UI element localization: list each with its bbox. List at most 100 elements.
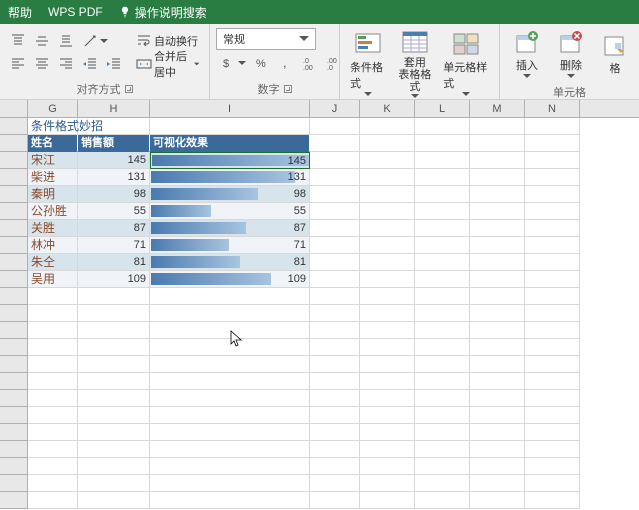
cell[interactable]: [525, 492, 580, 509]
cell[interactable]: 秦明: [28, 186, 78, 203]
cell[interactable]: [525, 254, 580, 271]
col-header[interactable]: L: [415, 100, 470, 117]
conditional-format-button[interactable]: 条件格式: [346, 30, 391, 98]
row-header[interactable]: [0, 288, 28, 305]
cell[interactable]: [360, 152, 415, 169]
row-header[interactable]: [0, 492, 28, 509]
cell[interactable]: [415, 356, 470, 373]
cell[interactable]: 145: [78, 152, 150, 169]
cell[interactable]: [470, 322, 525, 339]
cell[interactable]: [360, 254, 415, 271]
cell[interactable]: [470, 305, 525, 322]
row-header[interactable]: [0, 458, 28, 475]
cell[interactable]: [525, 339, 580, 356]
cell[interactable]: 109: [78, 271, 150, 288]
col-header[interactable]: J: [310, 100, 360, 117]
cell[interactable]: [360, 203, 415, 220]
cell[interactable]: [150, 305, 310, 322]
cell[interactable]: [360, 169, 415, 186]
cell[interactable]: [525, 458, 580, 475]
cell[interactable]: 55: [150, 203, 310, 220]
wps-pdf-menu[interactable]: WPS PDF: [48, 5, 103, 19]
cell[interactable]: [28, 492, 78, 509]
cell[interactable]: [360, 288, 415, 305]
cell[interactable]: [415, 288, 470, 305]
cell[interactable]: [415, 220, 470, 237]
cell[interactable]: [310, 203, 360, 220]
cell[interactable]: [310, 492, 360, 509]
cell[interactable]: 87: [150, 220, 310, 237]
cell[interactable]: [150, 322, 310, 339]
cell[interactable]: [525, 356, 580, 373]
cell[interactable]: 条件格式妙招: [28, 118, 78, 135]
cell[interactable]: [470, 407, 525, 424]
col-header[interactable]: K: [360, 100, 415, 117]
cell[interactable]: [310, 322, 360, 339]
cell[interactable]: [78, 339, 150, 356]
cell[interactable]: [310, 135, 360, 152]
cell[interactable]: [470, 169, 525, 186]
cell[interactable]: [525, 441, 580, 458]
cell[interactable]: 宋江: [28, 152, 78, 169]
cell[interactable]: [525, 118, 580, 135]
delete-button[interactable]: 删除: [550, 28, 592, 80]
align-right-button[interactable]: [54, 53, 78, 75]
insert-button[interactable]: 插入: [506, 28, 548, 80]
row-header[interactable]: [0, 118, 28, 135]
cell[interactable]: [525, 220, 580, 237]
cell[interactable]: [28, 288, 78, 305]
cell[interactable]: [360, 237, 415, 254]
increase-decimal-button[interactable]: .0.00: [298, 52, 322, 74]
cell[interactable]: [525, 169, 580, 186]
cell[interactable]: [470, 475, 525, 492]
row-header[interactable]: [0, 237, 28, 254]
cell[interactable]: [78, 288, 150, 305]
cell[interactable]: [78, 407, 150, 424]
cell[interactable]: [150, 356, 310, 373]
cell[interactable]: [415, 458, 470, 475]
cell[interactable]: [470, 356, 525, 373]
cell[interactable]: [150, 458, 310, 475]
cell[interactable]: [150, 390, 310, 407]
cell[interactable]: 柴进: [28, 169, 78, 186]
cell[interactable]: [28, 407, 78, 424]
cell[interactable]: [470, 492, 525, 509]
cell[interactable]: [415, 322, 470, 339]
cell[interactable]: [310, 186, 360, 203]
cell[interactable]: 109: [150, 271, 310, 288]
row-header[interactable]: [0, 407, 28, 424]
cell[interactable]: [78, 441, 150, 458]
cell[interactable]: 145: [150, 152, 310, 169]
cell[interactable]: 55: [78, 203, 150, 220]
cell[interactable]: [28, 424, 78, 441]
cell[interactable]: [310, 373, 360, 390]
dialog-launcher-icon[interactable]: [284, 85, 292, 93]
cell[interactable]: [78, 373, 150, 390]
decrease-indent-button[interactable]: [78, 53, 102, 75]
cell[interactable]: [470, 152, 525, 169]
cell[interactable]: [415, 186, 470, 203]
cell[interactable]: [470, 135, 525, 152]
cell[interactable]: [310, 407, 360, 424]
col-header[interactable]: M: [470, 100, 525, 117]
cell[interactable]: [78, 118, 150, 135]
cell[interactable]: [360, 305, 415, 322]
cell[interactable]: [525, 135, 580, 152]
col-header[interactable]: N: [525, 100, 580, 117]
cell[interactable]: [415, 135, 470, 152]
cell[interactable]: [28, 373, 78, 390]
cell[interactable]: [310, 305, 360, 322]
row-header[interactable]: [0, 390, 28, 407]
cell[interactable]: 71: [78, 237, 150, 254]
cell[interactable]: [415, 271, 470, 288]
number-format-dropdown[interactable]: 常规: [216, 28, 316, 50]
cell[interactable]: 可视化效果: [150, 135, 310, 152]
cell[interactable]: [150, 441, 310, 458]
cell[interactable]: [360, 271, 415, 288]
cell[interactable]: [415, 441, 470, 458]
cell[interactable]: [310, 441, 360, 458]
cell[interactable]: [78, 305, 150, 322]
cell[interactable]: [525, 186, 580, 203]
cell[interactable]: 关胜: [28, 220, 78, 237]
cell[interactable]: [310, 339, 360, 356]
